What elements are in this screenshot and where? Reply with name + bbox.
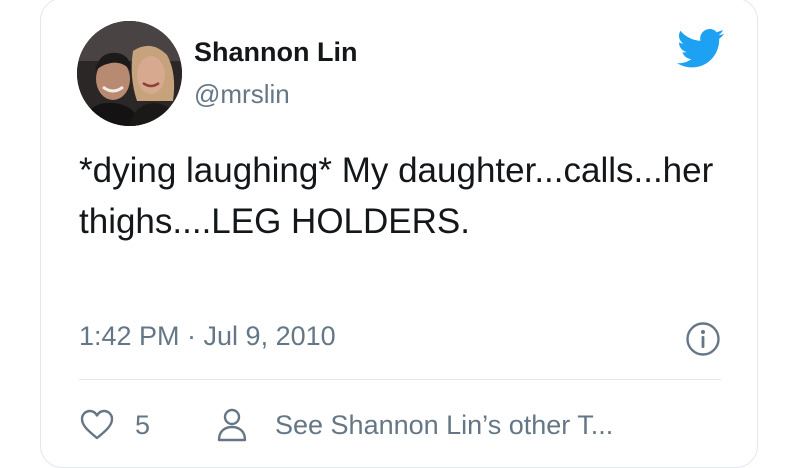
- heart-icon: [80, 409, 114, 440]
- see-profile-label: See Shannon Lin’s other T...: [275, 409, 614, 440]
- see-profile-link[interactable]: See Shannon Lin’s other T...: [215, 403, 613, 447]
- twitter-bird-icon[interactable]: [677, 29, 725, 69]
- like-button[interactable]: 5: [79, 403, 150, 447]
- avatar-photo: [77, 21, 182, 126]
- author-handle[interactable]: @mrslin: [194, 79, 290, 110]
- person-icon: [217, 408, 247, 442]
- divider: [79, 379, 721, 380]
- tweet-card: Shannon Lin @mrslin *dying laughing* My …: [40, 0, 758, 468]
- author-avatar[interactable]: [77, 21, 182, 126]
- author-display-name[interactable]: Shannon Lin: [194, 37, 357, 68]
- tweet-text: *dying laughing* My daughter...calls...h…: [79, 151, 714, 241]
- tweet-timestamp[interactable]: 1:42 PM · Jul 9, 2010: [79, 321, 336, 352]
- like-count: 5: [135, 409, 151, 440]
- info-icon[interactable]: [685, 321, 721, 357]
